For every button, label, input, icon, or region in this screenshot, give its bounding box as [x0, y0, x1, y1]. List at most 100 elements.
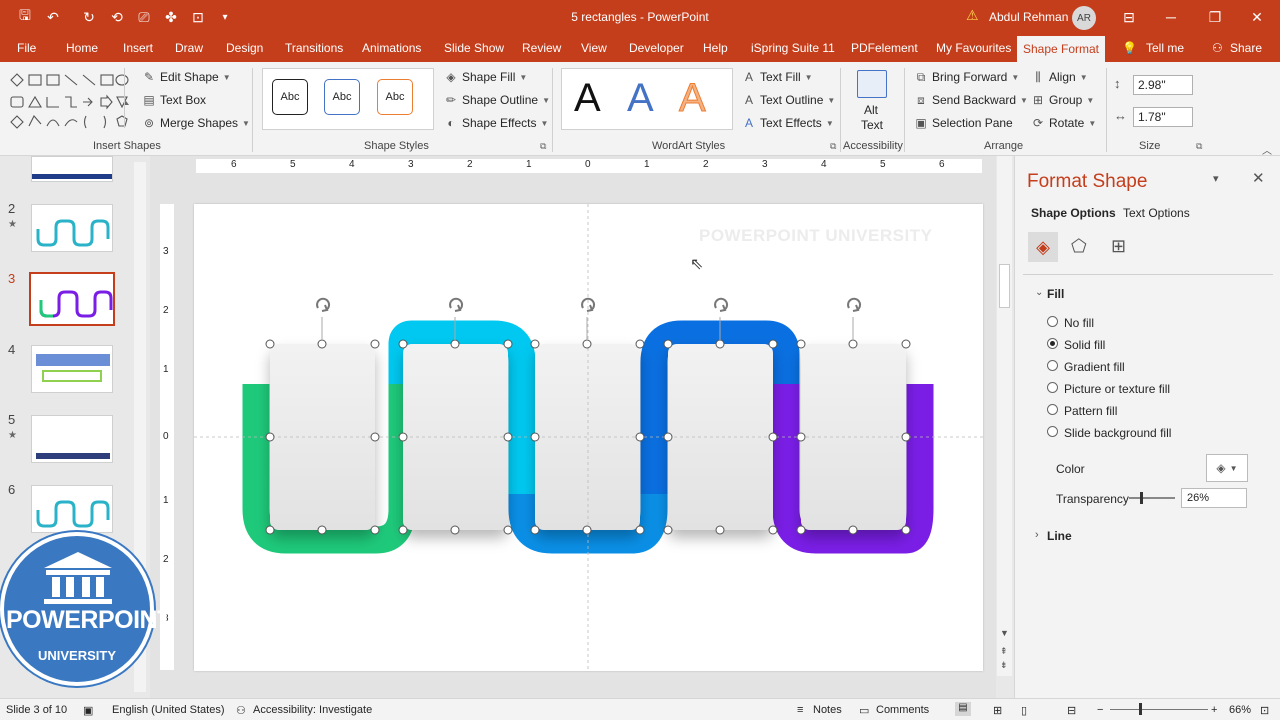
tab-file[interactable]: File	[17, 41, 36, 55]
slide-thumbnail-2[interactable]	[31, 204, 113, 252]
transparency-input[interactable]: 26%	[1181, 488, 1247, 508]
pattern-fill-radio[interactable]	[1047, 404, 1058, 415]
collapse-ribbon-icon[interactable]: ︿	[1262, 142, 1272, 157]
shape-style-blue[interactable]: Abc	[324, 79, 360, 115]
user-name[interactable]: Abdul Rehman	[989, 10, 1068, 24]
avatar[interactable]: AR	[1072, 6, 1096, 30]
line-section-header[interactable]: Line	[1047, 529, 1072, 543]
slide-thumbnail-1[interactable]	[31, 156, 113, 182]
comments-button[interactable]: Comments	[876, 704, 929, 716]
slide-background-fill-radio[interactable]	[1047, 426, 1058, 437]
scroll-down-icon[interactable]: ▼	[1000, 628, 1009, 638]
height-input[interactable]: 2.98"	[1133, 75, 1193, 95]
tab-design[interactable]: Design	[226, 41, 263, 55]
picture-fill-label[interactable]: Picture or texture fill	[1064, 382, 1170, 396]
tab-developer[interactable]: Developer	[629, 41, 684, 55]
alt-text-icon[interactable]	[857, 70, 887, 98]
share-button[interactable]: Share	[1230, 41, 1262, 55]
send-backward-button[interactable]: ⧈ Send Backward ▼	[914, 93, 1028, 108]
scrollbar-thumb[interactable]	[999, 264, 1010, 308]
edit-shape-button[interactable]: ✎ Edit Shape ▼	[142, 70, 231, 84]
zoom-in-icon[interactable]: +	[1211, 704, 1217, 716]
shape-style-orange[interactable]: Abc	[377, 79, 413, 115]
text-options-tab[interactable]: Text Options	[1123, 206, 1190, 220]
language-indicator[interactable]: English (United States)	[112, 704, 225, 716]
rotate-button[interactable]: ⟳ Rotate ▼	[1031, 116, 1096, 130]
tab-insert[interactable]: Insert	[123, 41, 153, 55]
fit-to-window-icon[interactable]: ⊡	[1260, 704, 1269, 717]
text-box-button[interactable]: ▤ Text Box	[142, 93, 206, 107]
fill-collapse-icon[interactable]: ⌄	[1035, 287, 1043, 298]
slide-vertical-scrollbar[interactable]: ▼ ⇞ ⇟	[997, 156, 1012, 676]
tab-shape-format[interactable]: Shape Format	[1017, 36, 1105, 62]
accessibility-status[interactable]: Accessibility: Investigate	[253, 704, 372, 716]
reading-view-icon[interactable]: ▯	[1021, 704, 1027, 717]
wordart-blue[interactable]: A	[627, 76, 654, 121]
alt-text-label-1[interactable]: Alt	[864, 103, 878, 117]
slide-thumbnail-4[interactable]	[31, 345, 113, 393]
dialog-launcher-icon[interactable]: ⧉	[1196, 141, 1202, 152]
no-fill-radio[interactable]	[1047, 316, 1058, 327]
shapes-gallery-scroll[interactable]	[124, 68, 134, 128]
zoom-slider[interactable]	[1110, 709, 1208, 710]
transparency-slider[interactable]	[1129, 492, 1175, 504]
solid-fill-radio[interactable]	[1047, 338, 1058, 349]
selection-pane-button[interactable]: ▣ Selection Pane	[914, 116, 1012, 130]
no-fill-label[interactable]: No fill	[1064, 316, 1094, 330]
alt-text-label-2[interactable]: Text	[861, 118, 883, 132]
transparency-slider-thumb[interactable]	[1139, 492, 1143, 504]
zoom-out-icon[interactable]: −	[1097, 704, 1103, 716]
picture-fill-radio[interactable]	[1047, 382, 1058, 393]
tab-review[interactable]: Review	[522, 41, 561, 55]
solid-fill-label[interactable]: Solid fill	[1064, 338, 1105, 352]
warning-icon[interactable]: ⚠	[966, 7, 979, 24]
next-slide-icon[interactable]: ⇟	[1000, 660, 1008, 671]
shape-fill-button[interactable]: ◈ Shape Fill ▼	[444, 70, 527, 84]
fill-line-icon[interactable]: ◈	[1028, 232, 1058, 262]
width-input[interactable]: 1.78"	[1133, 107, 1193, 127]
slide-canvas[interactable]: POWERPOINT UNIVERSITY ⇖	[194, 204, 983, 671]
align-button[interactable]: ⫼ Align ▼	[1031, 70, 1087, 85]
pane-close-icon[interactable]: ✕	[1252, 169, 1265, 187]
shapes-gallery[interactable]	[8, 70, 132, 132]
dialog-launcher-icon[interactable]: ⧉	[830, 141, 836, 152]
slideshow-view-icon[interactable]: ⊟	[1067, 704, 1076, 717]
shape-options-tab[interactable]: Shape Options	[1031, 206, 1116, 220]
fill-section-header[interactable]: Fill	[1047, 287, 1064, 301]
slide-sorter-icon[interactable]: ⊞	[993, 704, 1002, 717]
text-effects-button[interactable]: A Text Effects ▼	[742, 116, 834, 130]
shape-outline-button[interactable]: ✏ Shape Outline ▼	[444, 93, 550, 107]
tell-me-search[interactable]: Tell me	[1146, 41, 1184, 55]
previous-slide-icon[interactable]: ⇞	[1000, 646, 1008, 657]
tab-slide-show[interactable]: Slide Show	[444, 41, 504, 55]
text-outline-button[interactable]: A Text Outline ▼	[742, 93, 835, 107]
gradient-fill-label[interactable]: Gradient fill	[1064, 360, 1125, 374]
dialog-launcher-icon[interactable]: ⧉	[540, 141, 546, 152]
normal-view-icon[interactable]: ▤	[955, 702, 971, 716]
slide-thumbnail-6[interactable]	[31, 485, 113, 533]
slide-thumbnail-3-selected[interactable]	[29, 272, 115, 326]
zoom-slider-thumb[interactable]	[1139, 703, 1142, 715]
shape-effects-button[interactable]: ◐ Shape Effects ▼	[444, 116, 548, 130]
tab-ispring[interactable]: iSpring Suite 11	[751, 41, 835, 55]
gradient-fill-radio[interactable]	[1047, 360, 1058, 371]
slide-thumbnail-5[interactable]	[31, 415, 113, 463]
merge-shapes-button[interactable]: ⊚ Merge Shapes ▼	[142, 116, 250, 130]
text-fill-button[interactable]: A Text Fill ▼	[742, 70, 813, 84]
pattern-fill-label[interactable]: Pattern fill	[1064, 404, 1117, 418]
slide-counter[interactable]: Slide 3 of 10	[6, 704, 67, 716]
maximize-icon[interactable]: ❐	[1200, 4, 1230, 30]
ribbon-display-icon[interactable]: ⊟	[1114, 4, 1144, 30]
notes-button[interactable]: Notes	[813, 704, 842, 716]
wordart-black[interactable]: A	[574, 76, 601, 121]
vertical-ruler[interactable]: 3 2 1 0 1 2 3	[160, 204, 174, 670]
line-expand-icon[interactable]: ›	[1035, 529, 1039, 541]
color-picker-button[interactable]: ◈ ▼	[1206, 454, 1248, 482]
minimize-icon[interactable]: ─	[1156, 4, 1186, 30]
slide-background-fill-label[interactable]: Slide background fill	[1064, 426, 1171, 440]
tab-transitions[interactable]: Transitions	[285, 41, 343, 55]
tab-my-favourites[interactable]: My Favourites	[936, 41, 1011, 55]
shape-style-black[interactable]: Abc	[272, 79, 308, 115]
tab-view[interactable]: View	[581, 41, 607, 55]
effects-pentagon-icon[interactable]: ⬠	[1071, 236, 1087, 257]
